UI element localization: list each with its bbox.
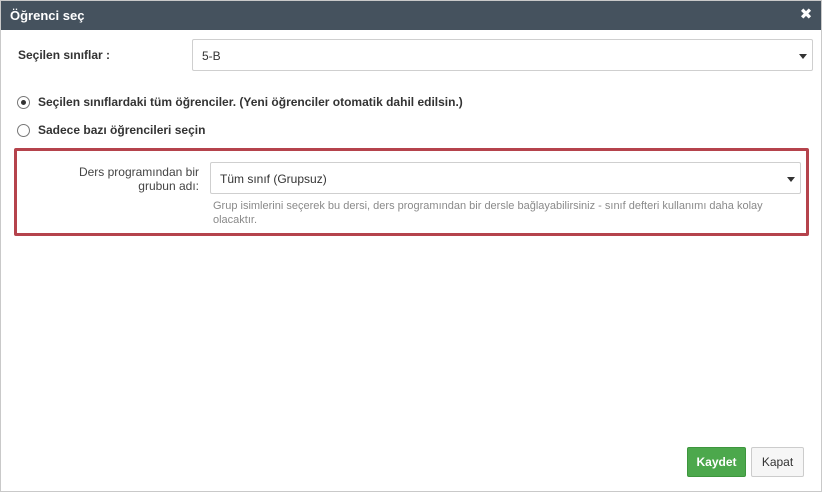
student-select-dialog: Öğrenci seç ✖ Seçilen sınıflar : 5-B Seç… [0, 0, 822, 492]
chevron-down-icon [787, 177, 795, 182]
group-name-label: Ders programından bir grubun adı: [78, 165, 199, 193]
chevron-down-icon [799, 54, 807, 59]
group-selection-panel: Ders programından bir grubun adı: Tüm sı… [14, 148, 809, 236]
some-students-label: Sadece bazı öğrencileri seçin [38, 123, 206, 137]
save-button[interactable]: Kaydet [687, 447, 746, 477]
all-students-option[interactable]: Seçilen sınıflardaki tüm öğrenciler. (Ye… [17, 95, 463, 109]
group-help-text: Grup isimlerini seçerek bu dersi, ders p… [213, 200, 763, 226]
all-students-label: Seçilen sınıflardaki tüm öğrenciler. (Ye… [38, 95, 463, 109]
close-icon[interactable]: ✖ [799, 7, 813, 23]
dialog-titlebar: Öğrenci seç ✖ [1, 1, 821, 30]
some-students-radio[interactable] [17, 123, 30, 137]
selected-classes-value: 5-B [202, 49, 221, 63]
all-students-radio[interactable] [17, 95, 30, 109]
selected-classes-label: Seçilen sınıflar : [18, 48, 111, 62]
group-select-value: Tüm sınıf (Grupsuz) [220, 172, 327, 186]
group-select[interactable]: Tüm sınıf (Grupsuz) [210, 162, 801, 194]
selected-classes-select[interactable]: 5-B [192, 39, 813, 71]
dialog-title: Öğrenci seç [10, 8, 85, 23]
some-students-option[interactable]: Sadece bazı öğrencileri seçin [17, 123, 205, 137]
close-button[interactable]: Kapat [751, 447, 804, 477]
